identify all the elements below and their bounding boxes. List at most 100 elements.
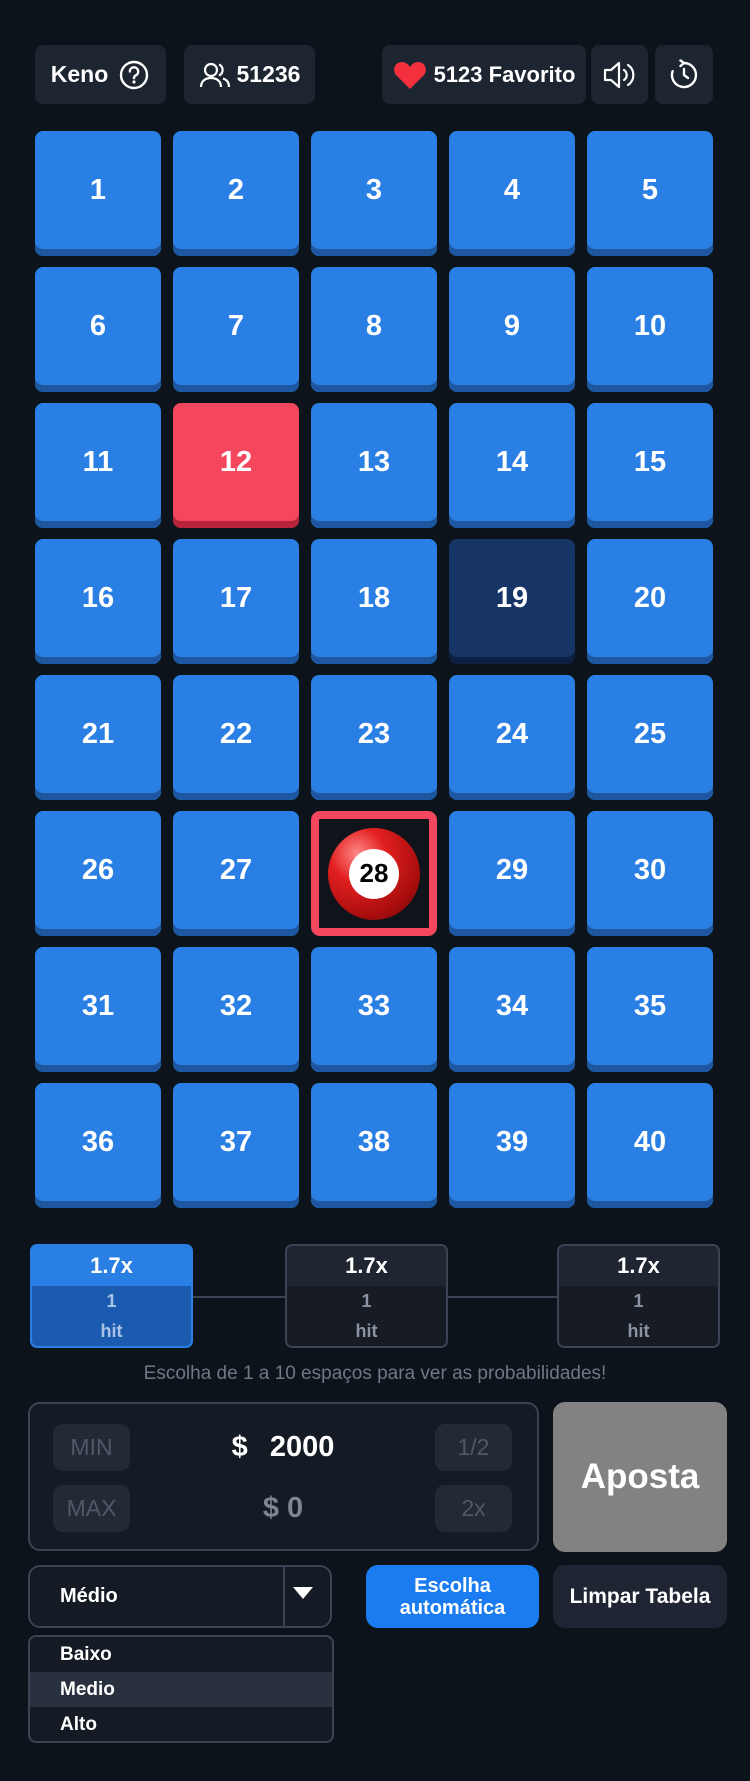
bet-amount-input[interactable]: $ 2000	[183, 1424, 383, 1471]
max-bet-button[interactable]: MAX	[53, 1485, 130, 1532]
keno-number-29[interactable]: 29	[449, 811, 575, 936]
keno-number-27[interactable]: 27	[173, 811, 299, 936]
probability-hint: Escolha de 1 a 10 espaços para ver as pr…	[143, 1363, 607, 1384]
top-bar: Keno 51236 5123 Favorito	[35, 45, 713, 104]
keno-number-label: 21	[81, 718, 115, 750]
keno-number-34[interactable]: 34	[449, 947, 575, 1072]
risk-selected-value: Médio	[60, 1585, 118, 1607]
keno-number-label: 6	[89, 310, 107, 342]
keno-number-label: 1	[89, 174, 107, 206]
payout-hit-count: 1	[633, 1290, 644, 1311]
keno-number-15[interactable]: 15	[587, 403, 713, 528]
keno-number-label: 16	[81, 582, 115, 614]
keno-number-2[interactable]: 2	[173, 131, 299, 256]
keno-number-1[interactable]: 1	[35, 131, 161, 256]
keno-number-16[interactable]: 16	[35, 539, 161, 664]
payout-multiplier: 1.7x	[559, 1246, 718, 1286]
keno-number-38[interactable]: 38	[311, 1083, 437, 1208]
risk-option-high[interactable]: Alto	[30, 1707, 332, 1741]
keno-ball-number: 28	[349, 848, 399, 899]
keno-number-18[interactable]: 18	[311, 539, 437, 664]
keno-number-13[interactable]: 13	[311, 403, 437, 528]
keno-number-5[interactable]: 5	[587, 131, 713, 256]
keno-number-label: 19	[495, 582, 529, 614]
double-bet-button[interactable]: 2x	[435, 1485, 512, 1532]
keno-number-14[interactable]: 14	[449, 403, 575, 528]
keno-number-label: 4	[503, 174, 521, 206]
keno-number-39[interactable]: 39	[449, 1083, 575, 1208]
keno-number-label: 25	[633, 718, 667, 750]
keno-number-22[interactable]: 22	[173, 675, 299, 800]
payout-box: 1.7x 1 hit	[285, 1244, 448, 1348]
keno-number-19[interactable]: 19	[449, 539, 575, 664]
keno-number-label: 33	[357, 990, 391, 1022]
keno-number-label: 38	[357, 1126, 391, 1158]
min-bet-button[interactable]: MIN	[53, 1424, 130, 1471]
payout-hit-label: hit	[100, 1320, 123, 1341]
keno-number-21[interactable]: 21	[35, 675, 161, 800]
payout-connector	[448, 1296, 557, 1298]
keno-number-label: 17	[219, 582, 253, 614]
risk-option-medium[interactable]: Medio	[30, 1672, 332, 1707]
keno-number-9[interactable]: 9	[449, 267, 575, 392]
payout-hit-count: 1	[106, 1290, 117, 1311]
game-label: Keno	[50, 61, 109, 87]
keno-number-31[interactable]: 31	[35, 947, 161, 1072]
keno-number-11[interactable]: 11	[35, 403, 161, 528]
payout-hit-label: hit	[355, 1320, 378, 1341]
keno-number-17[interactable]: 17	[173, 539, 299, 664]
keno-number-label: 23	[357, 718, 391, 750]
keno-number-8[interactable]: 8	[311, 267, 437, 392]
keno-number-4[interactable]: 4	[449, 131, 575, 256]
keno-number-26[interactable]: 26	[35, 811, 161, 936]
keno-number-6[interactable]: 6	[35, 267, 161, 392]
payout-hit-count: 1	[361, 1290, 372, 1311]
keno-number-label: 35	[633, 990, 667, 1022]
keno-number-label: 37	[219, 1126, 253, 1158]
keno-number-25[interactable]: 25	[587, 675, 713, 800]
keno-number-label: 31	[81, 990, 115, 1022]
keno-number-33[interactable]: 33	[311, 947, 437, 1072]
half-bet-button[interactable]: 1/2	[435, 1424, 512, 1471]
bet-amount-value: 2000	[269, 1431, 335, 1463]
payout-connector	[193, 1296, 285, 1298]
keno-number-23[interactable]: 23	[311, 675, 437, 800]
keno-number-32[interactable]: 32	[173, 947, 299, 1072]
keno-number-label: 39	[495, 1126, 529, 1158]
keno-number-20[interactable]: 20	[587, 539, 713, 664]
game-info-button[interactable]: Keno	[35, 45, 166, 104]
keno-ball-icon: 28	[328, 827, 420, 920]
keno-number-36[interactable]: 36	[35, 1083, 161, 1208]
keno-number-28[interactable]: 28	[311, 811, 437, 936]
payout-table: 1.7x 1 hit 1.7x 1 hit 1.7x 1 hit	[30, 1244, 720, 1348]
place-bet-button[interactable]: Aposta	[553, 1402, 727, 1552]
auto-pick-button[interactable]: Escolha automática	[366, 1565, 539, 1628]
keno-number-30[interactable]: 30	[587, 811, 713, 936]
history-icon	[670, 58, 698, 88]
keno-number-3[interactable]: 3	[311, 131, 437, 256]
clear-table-button[interactable]: Limpar Tabela	[553, 1565, 727, 1628]
history-button[interactable]	[655, 45, 713, 104]
risk-select[interactable]: Médio	[28, 1565, 332, 1628]
keno-number-37[interactable]: 37	[173, 1083, 299, 1208]
chevron-down-icon[interactable]	[293, 1587, 313, 1599]
users-icon	[199, 62, 230, 87]
keno-number-35[interactable]: 35	[587, 947, 713, 1072]
keno-number-label: 36	[81, 1126, 115, 1158]
keno-number-label: 9	[503, 310, 521, 342]
keno-number-7[interactable]: 7	[173, 267, 299, 392]
sound-button[interactable]	[591, 45, 648, 104]
keno-number-label: 24	[495, 718, 529, 750]
keno-number-12[interactable]: 12	[173, 403, 299, 528]
help-icon	[120, 60, 149, 89]
keno-number-40[interactable]: 40	[587, 1083, 713, 1208]
profit-value: $ 0	[262, 1492, 304, 1524]
keno-number-label: 14	[495, 446, 529, 478]
keno-number-10[interactable]: 10	[587, 267, 713, 392]
risk-option-low[interactable]: Baixo	[30, 1637, 332, 1672]
keno-number-label: 2	[227, 174, 245, 206]
keno-number-label: 30	[633, 854, 667, 886]
keno-number-24[interactable]: 24	[449, 675, 575, 800]
favorite-button[interactable]: 5123 Favorito	[382, 45, 586, 104]
keno-number-grid: 1 2 3 4 5 6 7 8 9 10 11 12 13 14 15 16 17 18 19 20 21 22 23 24 2…	[35, 131, 713, 1208]
